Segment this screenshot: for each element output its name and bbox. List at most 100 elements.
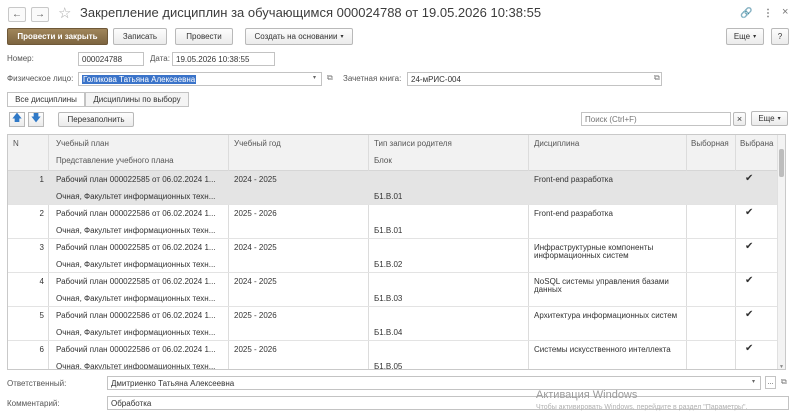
gradebook-label: Зачетная книга: — [343, 74, 402, 83]
row-plan-sub: Очная, Факультет информационных техн... — [56, 362, 216, 370]
star-icon[interactable]: ☆ — [58, 4, 71, 22]
chevron-down-icon: ▾ — [753, 34, 757, 40]
col-plan[interactable]: Учебный план — [56, 139, 109, 148]
create-based-on-button[interactable]: Создать на основании ▾ — [245, 28, 353, 45]
row-year: 2024 - 2025 — [234, 175, 277, 184]
vertical-scrollbar[interactable]: ▼ — [777, 135, 785, 369]
row-selected-check: ✔ — [745, 343, 754, 354]
post-and-close-button[interactable]: Провести и закрыть — [7, 28, 108, 45]
row-selected-check: ✔ — [745, 173, 754, 184]
row-discipline: Front-end разработка — [534, 175, 613, 184]
row-year: 2025 - 2026 — [234, 345, 277, 354]
col-record-type[interactable]: Тип записи родителя — [374, 139, 452, 148]
row-plan-sub: Очная, Факультет информационных техн... — [56, 260, 216, 269]
post-button[interactable]: Провести — [175, 28, 233, 45]
row-plan: Рабочий план 000022585 от 06.02.2024 1..… — [56, 277, 216, 286]
col-discipline[interactable]: Дисциплина — [534, 139, 579, 148]
row-block: Б1.В.01 — [374, 192, 403, 201]
row-plan: Рабочий план 000022585 от 06.02.2024 1..… — [56, 243, 216, 252]
chevron-down-icon: ▾ — [340, 34, 344, 40]
row-plan: Рабочий план 000022586 от 06.02.2024 1..… — [56, 209, 216, 218]
row-number: 5 — [39, 311, 44, 320]
col-elective[interactable]: Выборная — [691, 139, 729, 148]
row-year: 2025 - 2026 — [234, 209, 277, 218]
tab-all-disciplines[interactable]: Все дисциплины — [7, 92, 85, 107]
close-icon[interactable]: × — [782, 6, 788, 18]
row-number: 6 — [39, 345, 44, 354]
gradebook-field[interactable]: 24-мРИС-004 — [407, 72, 662, 86]
person-value: Голикова Татьяна Алексеевна — [82, 74, 197, 84]
date-field[interactable]: 19.05.2026 10:38:55 — [172, 52, 275, 66]
row-plan: Рабочий план 000022586 от 06.02.2024 1..… — [56, 345, 216, 354]
more-button[interactable]: Еще ▾ — [726, 28, 764, 45]
col-year[interactable]: Учебный год — [234, 139, 281, 148]
table-row[interactable]: 5 Рабочий план 000022586 от 06.02.2024 1.… — [8, 307, 779, 341]
row-selected-check: ✔ — [745, 275, 754, 286]
open-icon[interactable]: ⧉ — [327, 73, 333, 83]
number-label: Номер: — [7, 54, 34, 63]
row-number: 4 — [39, 277, 44, 286]
row-discipline: Системы искусственного интеллекта — [534, 345, 671, 354]
save-button[interactable]: Записать — [113, 28, 167, 45]
number-field[interactable]: 000024788 — [78, 52, 144, 66]
row-number: 1 — [39, 175, 44, 184]
table-more-button[interactable]: Еще ▾ — [751, 111, 788, 126]
link-icon[interactable]: 🔗 — [740, 8, 752, 19]
chevron-down-icon[interactable]: ▾ — [313, 74, 316, 81]
search-input[interactable] — [581, 112, 731, 126]
tab-elective-disciplines[interactable]: Дисциплины по выбору — [85, 92, 189, 107]
row-selected-check: ✔ — [745, 241, 754, 252]
col-n[interactable]: N — [13, 139, 19, 148]
col-plan-sub[interactable]: Представление учебного плана — [56, 156, 174, 165]
row-discipline: Архитектура информационных систем — [534, 311, 678, 320]
windows-activation-text: Чтобы активировать Windows, перейдите в … — [536, 404, 748, 411]
row-year: 2025 - 2026 — [234, 311, 277, 320]
row-block: Б1.В.04 — [374, 328, 403, 337]
row-selected-check: ✔ — [745, 207, 754, 218]
col-block[interactable]: Блок — [374, 156, 392, 165]
choose-button[interactable]: ... — [765, 376, 776, 389]
table-row[interactable]: 3 Рабочий план 000022585 от 06.02.2024 1.… — [8, 239, 779, 273]
row-discipline-line2: данных — [534, 285, 562, 294]
row-selected-check: ✔ — [745, 309, 754, 320]
create-based-label: Создать на основании — [254, 32, 338, 41]
disciplines-table[interactable]: N Учебный план Представление учебного пл… — [7, 134, 786, 370]
row-number: 3 — [39, 243, 44, 252]
move-down-icon[interactable]: 🡇 — [28, 112, 44, 127]
help-button[interactable]: ? — [771, 28, 789, 45]
clear-search-button[interactable]: × — [733, 112, 746, 126]
row-plan-sub: Очная, Факультет информационных техн... — [56, 294, 216, 303]
more-label: Еще — [733, 32, 751, 41]
table-more-label: Еще — [758, 114, 775, 123]
windows-activation-title: Активация Windows — [536, 389, 638, 401]
menu-dots-icon[interactable]: ⋮ — [763, 8, 773, 19]
col-selected[interactable]: Выбрана — [740, 139, 773, 148]
table-row[interactable]: 4 Рабочий план 000022585 от 06.02.2024 1.… — [8, 273, 779, 307]
table-header: N Учебный план Представление учебного пл… — [8, 135, 785, 171]
scroll-down-icon[interactable]: ▼ — [779, 364, 784, 369]
refill-button[interactable]: Перезаполнить — [58, 112, 134, 127]
move-up-icon[interactable]: 🡅 — [9, 112, 25, 127]
comment-label: Комментарий: — [7, 399, 60, 408]
open-icon[interactable]: ⧉ — [781, 377, 787, 387]
responsible-label: Ответственный: — [7, 379, 67, 388]
row-year: 2024 - 2025 — [234, 243, 277, 252]
row-block: Б1.В.01 — [374, 226, 403, 235]
row-plan: Рабочий план 000022586 от 06.02.2024 1..… — [56, 311, 216, 320]
row-plan-sub: Очная, Факультет информационных техн... — [56, 226, 216, 235]
row-number: 2 — [39, 209, 44, 218]
table-row[interactable]: 1 Рабочий план 000022585 от 06.02.2024 1.… — [8, 171, 779, 205]
chevron-down-icon[interactable]: ▾ — [752, 378, 755, 385]
row-discipline: Front-end разработка — [534, 209, 613, 218]
table-row[interactable]: 6 Рабочий план 000022586 от 06.02.2024 1.… — [8, 341, 779, 370]
table-row[interactable]: 2 Рабочий план 000022586 от 06.02.2024 1.… — [8, 205, 779, 239]
open-icon[interactable]: ⧉ — [654, 73, 660, 83]
back-arrow-icon[interactable]: ← — [8, 7, 26, 22]
forward-arrow-icon[interactable]: → — [31, 7, 49, 22]
row-discipline-line2: информационных систем — [534, 251, 629, 260]
person-field[interactable]: Голикова Татьяна Алексеевна — [78, 72, 322, 86]
scrollbar-thumb[interactable] — [779, 149, 784, 177]
window-title: Закрепление дисциплин за обучающимся 000… — [80, 5, 542, 20]
responsible-field[interactable]: Дмитриенко Татьяна Алексеевна — [107, 376, 761, 390]
row-year: 2024 - 2025 — [234, 277, 277, 286]
